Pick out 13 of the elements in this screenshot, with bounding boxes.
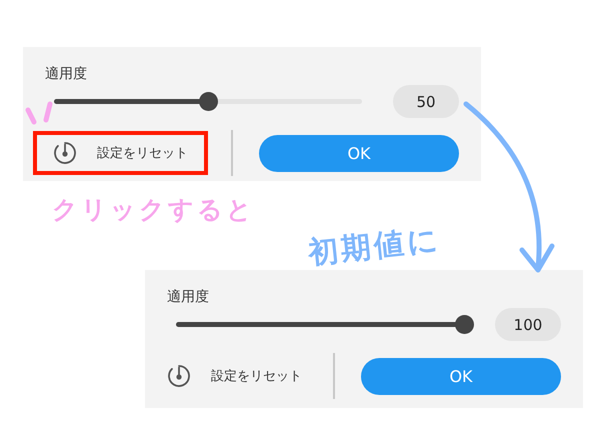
timer-icon <box>53 141 77 165</box>
handwritten-note: 初期値に <box>306 221 443 273</box>
value-field[interactable]: 100 <box>495 308 561 341</box>
value-field[interactable]: 50 <box>393 85 459 118</box>
reset-button[interactable]: 設定をリセット <box>45 137 196 169</box>
reset-button[interactable]: 設定をリセット <box>159 360 310 392</box>
timer-icon <box>167 364 191 388</box>
sparkle-marks <box>26 102 52 124</box>
slider-label: 適用度 <box>45 65 87 83</box>
handwritten-note: クリックすると <box>52 194 255 226</box>
slider-thumb[interactable] <box>455 315 474 334</box>
slider-label: 適用度 <box>167 288 209 306</box>
slider-thumb[interactable] <box>199 92 218 111</box>
